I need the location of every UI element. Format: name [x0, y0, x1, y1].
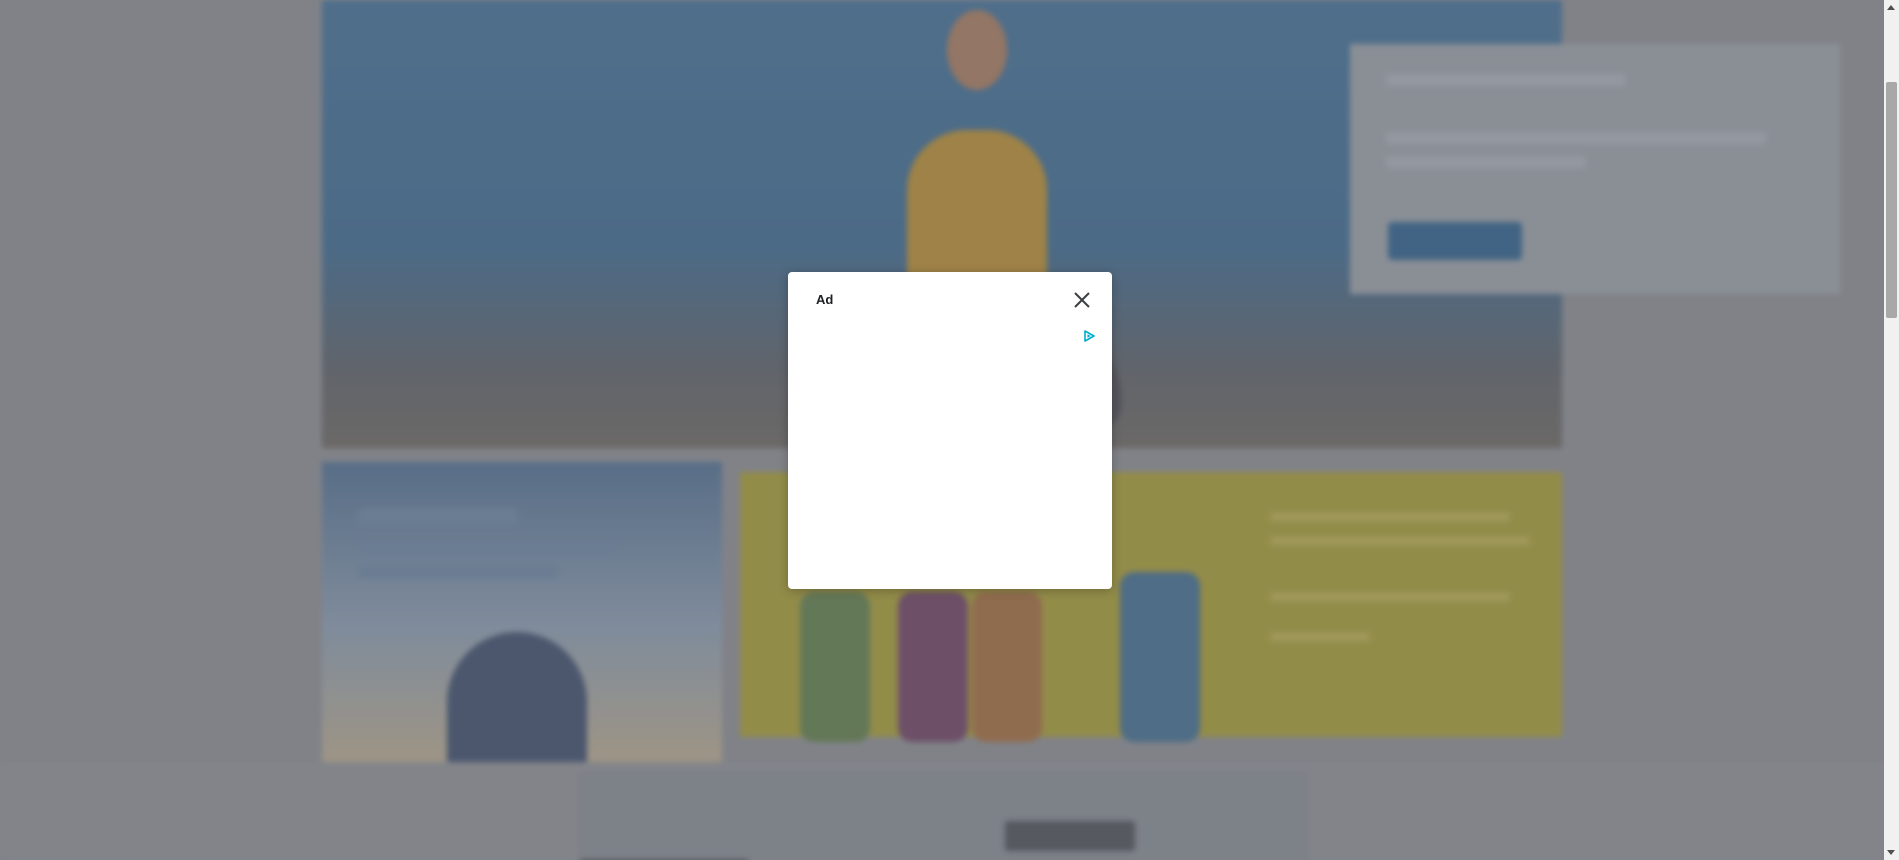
page: Ad: [0, 0, 1899, 860]
page-scrollbar[interactable]: [1884, 0, 1899, 860]
ad-content-area[interactable]: [788, 317, 1112, 589]
ad-modal: Ad: [788, 272, 1112, 589]
modal-title: Ad: [816, 292, 834, 307]
close-button[interactable]: [1072, 290, 1092, 310]
scrollbar-thumb[interactable]: [1886, 82, 1897, 318]
adchoices-icon[interactable]: [1083, 329, 1095, 342]
scroll-down-arrow-icon[interactable]: [1887, 850, 1895, 855]
close-icon: [1074, 292, 1090, 308]
scroll-up-arrow-icon[interactable]: [1887, 5, 1895, 10]
